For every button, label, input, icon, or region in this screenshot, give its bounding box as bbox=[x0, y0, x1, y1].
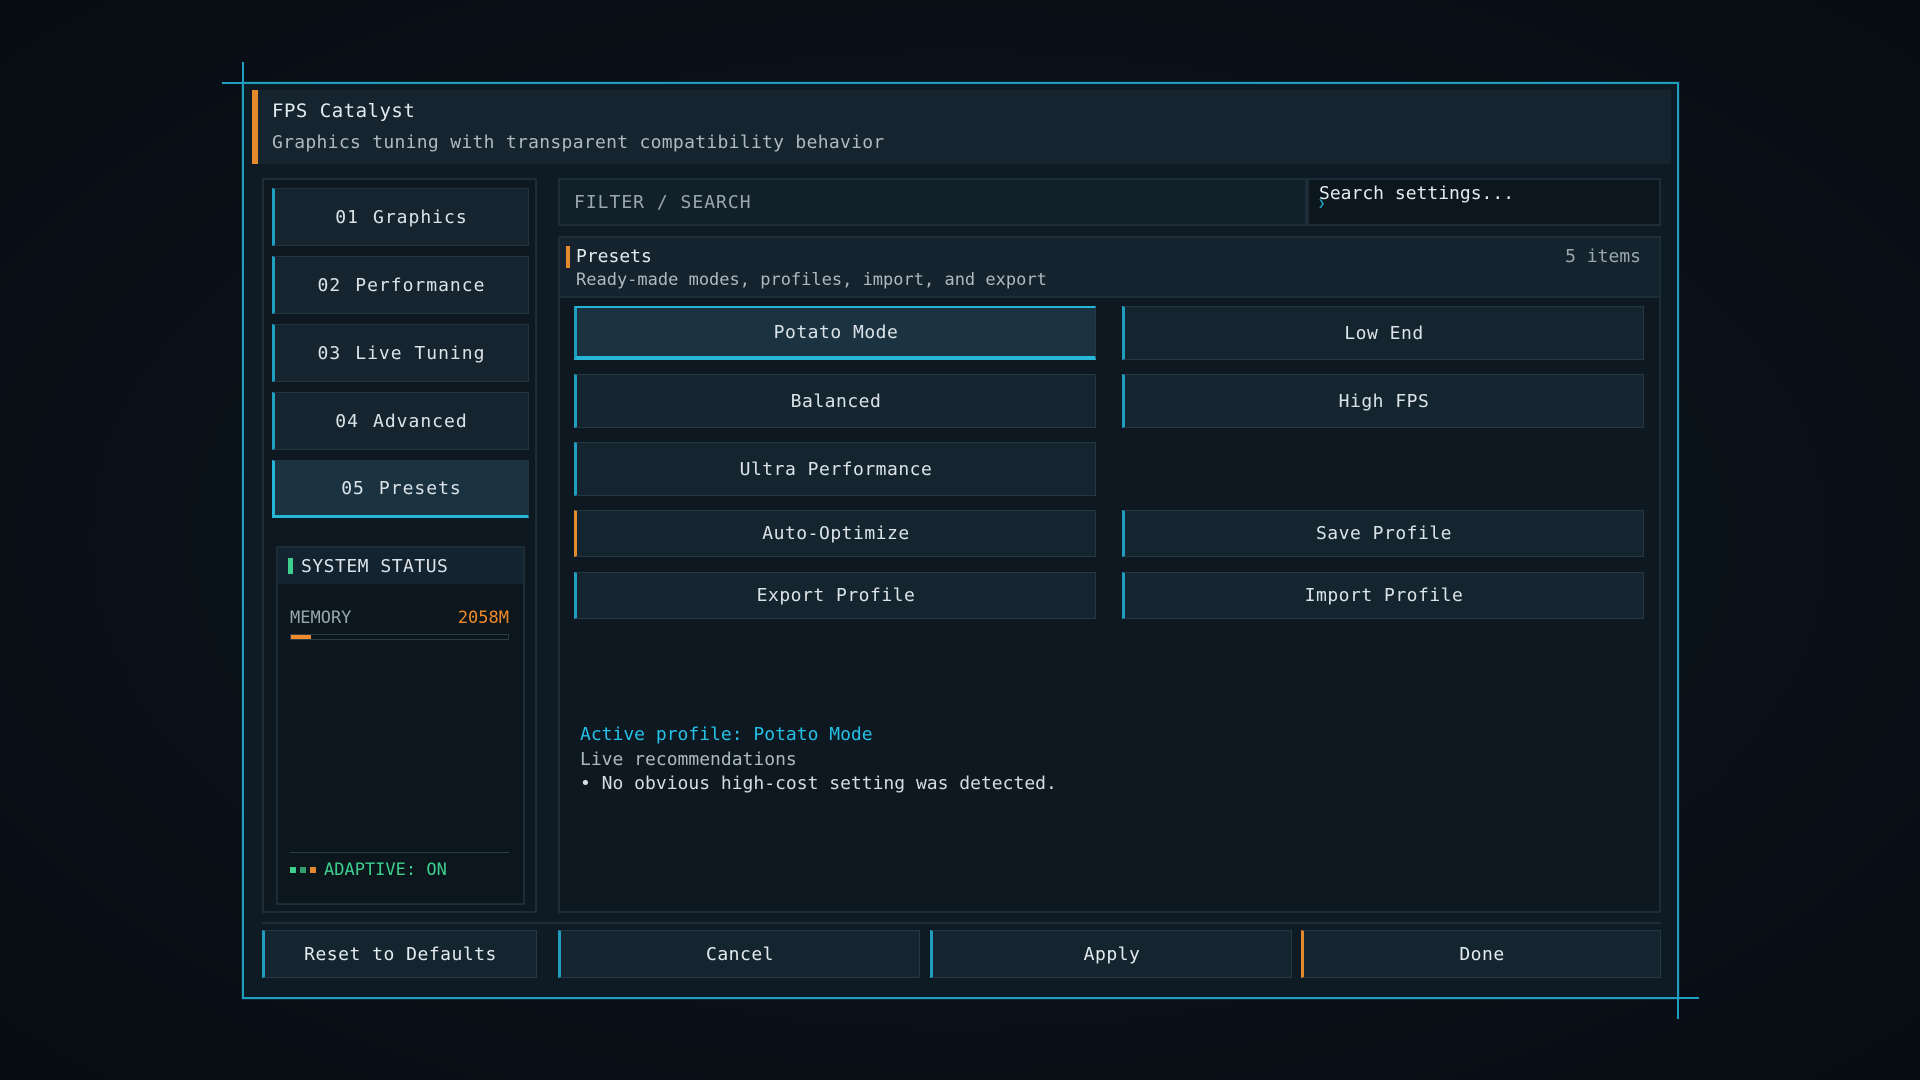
cancel-button[interactable]: Cancel bbox=[558, 930, 920, 978]
sidebar-item-graphics[interactable]: 01 Graphics bbox=[272, 188, 529, 246]
presets-panel: Presets Ready-made modes, profiles, impo… bbox=[558, 236, 1661, 913]
adaptive-label: ADAPTIVE: ON bbox=[324, 860, 447, 880]
sidebar-item-number: 04 bbox=[335, 410, 359, 432]
search-input[interactable] bbox=[1319, 180, 1649, 206]
sidebar-item-label: Live Tuning bbox=[355, 342, 486, 364]
system-status-header: SYSTEM STATUS bbox=[278, 548, 523, 584]
ultra-performance-button[interactable]: Ultra Performance bbox=[574, 442, 1096, 496]
sidebar-item-presets[interactable]: 05 Presets bbox=[272, 460, 529, 518]
save-profile-button[interactable]: Save Profile bbox=[1122, 510, 1644, 557]
corner-tick bbox=[1677, 999, 1679, 1019]
section-accent bbox=[566, 246, 570, 268]
sidebar-item-number: 03 bbox=[317, 342, 342, 364]
potato-mode-button[interactable]: Potato Mode bbox=[574, 306, 1096, 360]
recommendation-item: • No obvious high-cost setting was detec… bbox=[580, 773, 1057, 794]
corner-tick bbox=[1679, 997, 1699, 999]
app-title: FPS Catalyst bbox=[272, 100, 416, 122]
window-header: FPS Catalyst Graphics tuning with transp… bbox=[252, 90, 1671, 164]
sidebar-item-number: 02 bbox=[317, 274, 342, 296]
sidebar-item-live-tuning[interactable]: 03 Live Tuning bbox=[272, 324, 529, 382]
sidebar-item-advanced[interactable]: 04 Advanced bbox=[272, 392, 529, 450]
status-indicator-icon bbox=[288, 558, 293, 574]
sidebar-item-label: Graphics bbox=[372, 206, 468, 228]
high-fps-button[interactable]: High FPS bbox=[1122, 374, 1644, 428]
search-box[interactable]: ❯ bbox=[1305, 178, 1661, 226]
app-subtitle: Graphics tuning with transparent compati… bbox=[272, 132, 885, 153]
memory-label: MEMORY bbox=[290, 608, 352, 628]
adaptive-dots-icon bbox=[290, 867, 316, 873]
memory-value: 2058M bbox=[457, 608, 509, 628]
low-end-button[interactable]: Low End bbox=[1122, 306, 1644, 360]
corner-tick bbox=[222, 82, 242, 84]
system-status-panel: SYSTEM STATUS MEMORY 2058M ADAPTIVE: ON bbox=[276, 546, 525, 905]
filter-label: FILTER / SEARCH bbox=[574, 192, 752, 213]
footer-divider bbox=[262, 922, 1661, 924]
reset-defaults-button[interactable]: Reset to Defaults bbox=[262, 930, 537, 978]
sidebar-item-performance[interactable]: 02 Performance bbox=[272, 256, 529, 314]
memory-bar bbox=[290, 634, 509, 640]
sidebar: 01 Graphics 02 Performance 03 Live Tunin… bbox=[262, 178, 537, 913]
export-profile-button[interactable]: Export Profile bbox=[574, 572, 1096, 619]
divider bbox=[290, 852, 509, 853]
section-subtitle: Ready-made modes, profiles, import, and … bbox=[576, 270, 1047, 290]
memory-bar-fill bbox=[291, 635, 311, 639]
corner-tick bbox=[242, 62, 244, 82]
sidebar-item-number: 05 bbox=[341, 477, 365, 499]
sidebar-item-label: Advanced bbox=[372, 410, 468, 432]
live-recommendations-title: Live recommendations bbox=[580, 749, 797, 770]
adaptive-status: ADAPTIVE: ON bbox=[290, 860, 447, 880]
sidebar-item-label: Performance bbox=[355, 274, 486, 296]
section-count: 5 items bbox=[1565, 246, 1641, 267]
filter-bar: FILTER / SEARCH ❯ bbox=[558, 178, 1661, 226]
apply-button[interactable]: Apply bbox=[930, 930, 1292, 978]
active-profile-text: Active profile: Potato Mode bbox=[580, 724, 873, 745]
sidebar-item-label: Presets bbox=[378, 477, 462, 499]
balanced-button[interactable]: Balanced bbox=[574, 374, 1096, 428]
section-title: Presets bbox=[576, 246, 652, 267]
settings-window: FPS Catalyst Graphics tuning with transp… bbox=[222, 62, 1699, 1019]
section-header: Presets Ready-made modes, profiles, impo… bbox=[560, 238, 1659, 298]
sidebar-item-number: 01 bbox=[335, 206, 359, 228]
memory-row: MEMORY 2058M bbox=[290, 608, 509, 628]
auto-optimize-button[interactable]: Auto-Optimize bbox=[574, 510, 1096, 557]
import-profile-button[interactable]: Import Profile bbox=[1122, 572, 1644, 619]
done-button[interactable]: Done bbox=[1301, 930, 1661, 978]
system-status-title: SYSTEM STATUS bbox=[301, 555, 449, 577]
